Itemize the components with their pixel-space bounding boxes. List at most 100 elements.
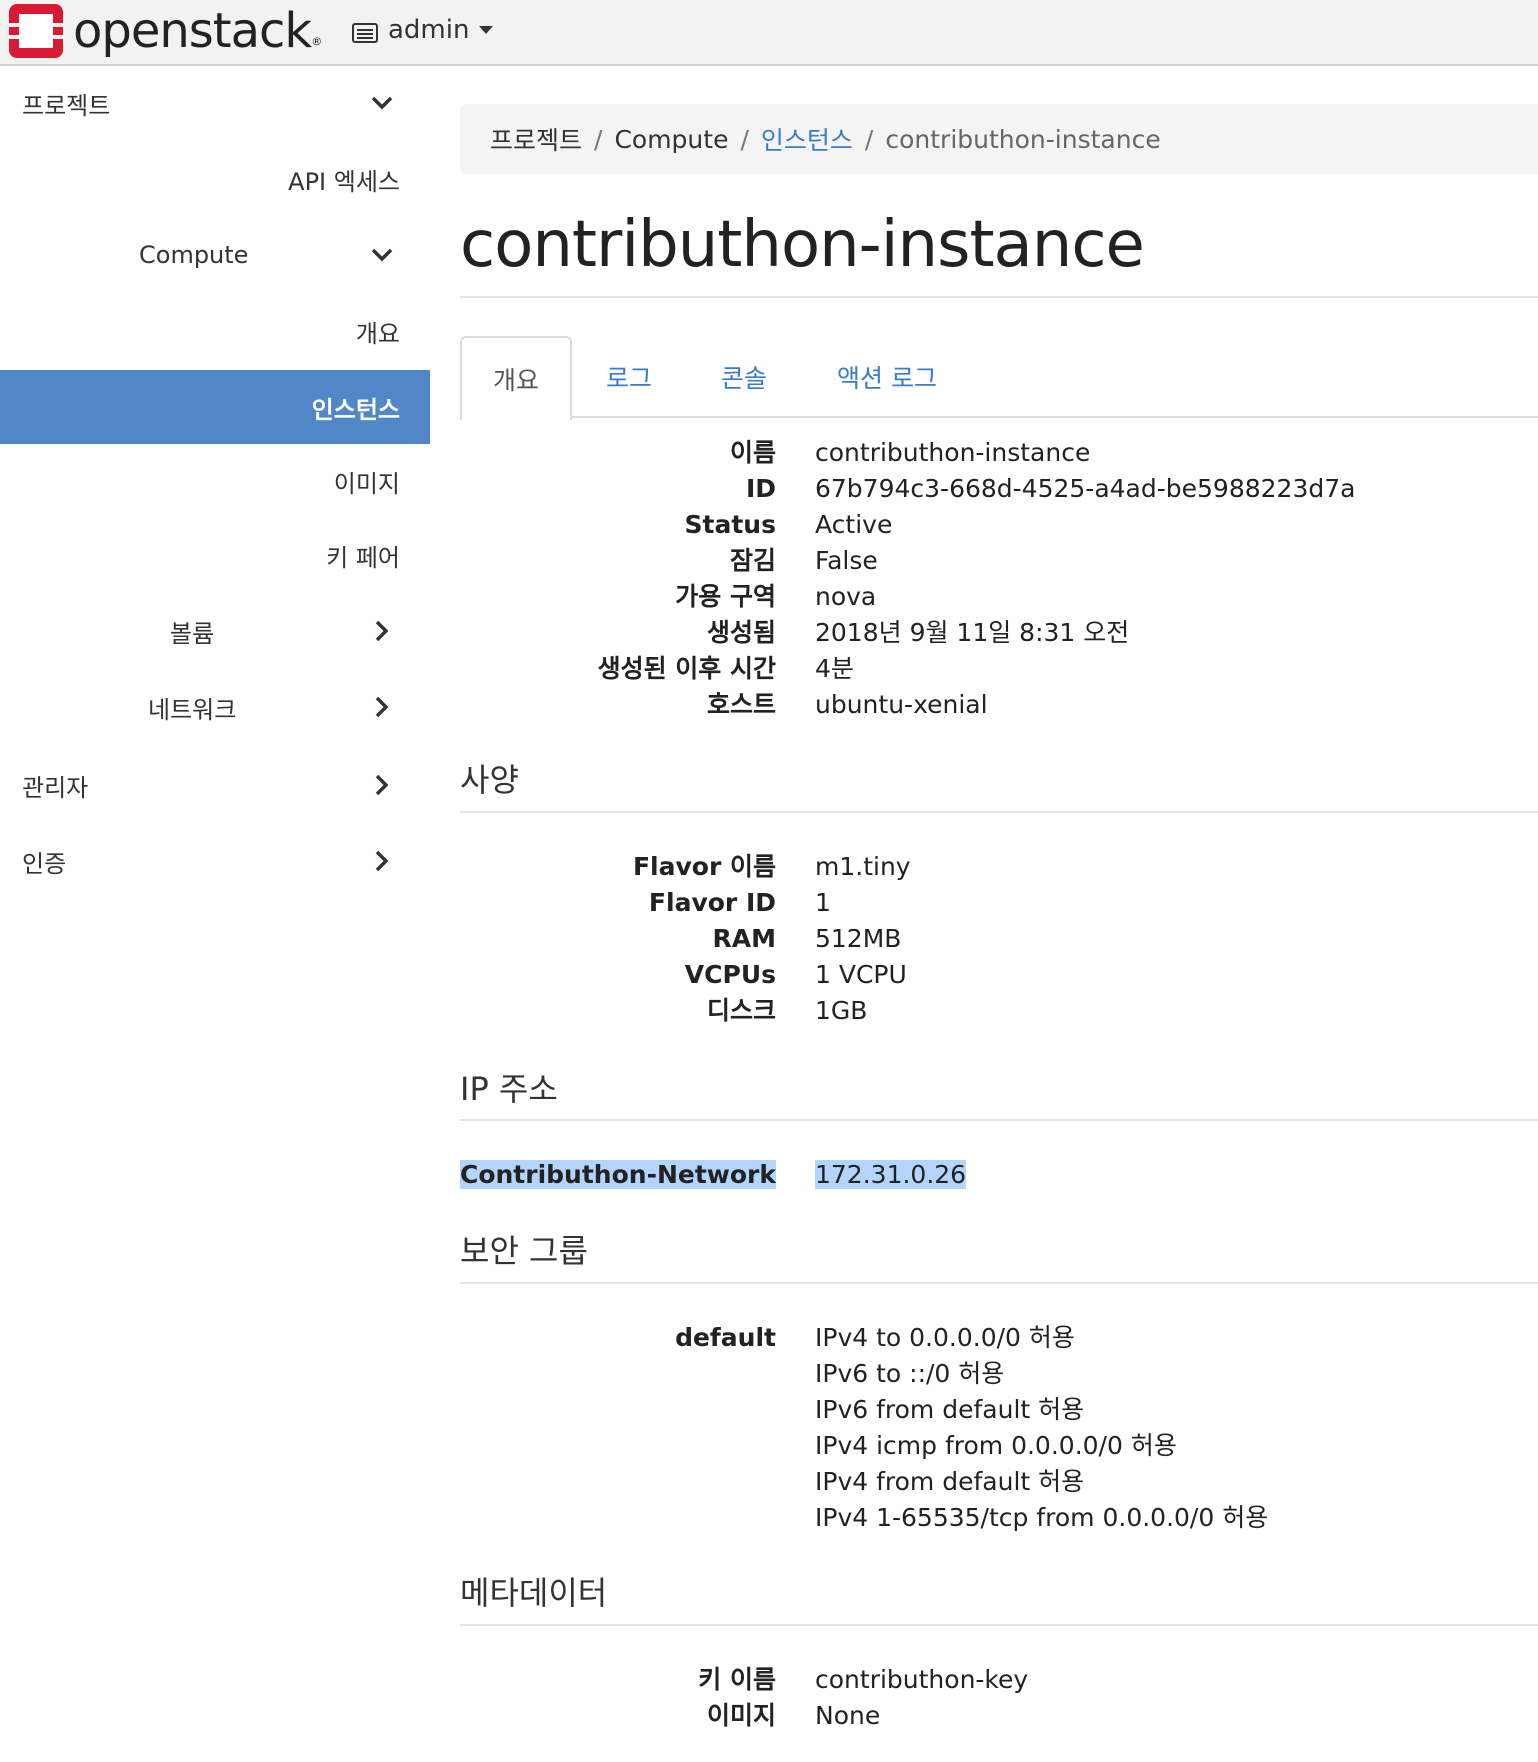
detail-row: 호스트 ubuntu-xenial	[0, 687, 1538, 723]
detail-value: nova	[815, 582, 877, 611]
detail-row: 잠김 False	[0, 543, 1538, 579]
detail-value: 512MB	[815, 924, 902, 953]
ip-address-text: 172.31.0.26	[815, 1160, 967, 1189]
breadcrumb-compute[interactable]: Compute	[614, 125, 728, 154]
detail-label: 이미지	[706, 1701, 776, 1730]
ip-row: Contributhon-Network 172.31.0.26	[0, 1157, 1538, 1193]
detail-label: VCPUs	[684, 960, 776, 989]
detail-value: 1	[815, 888, 831, 917]
section-title-security-groups: 보안 그룹	[460, 1232, 588, 1270]
project-switcher[interactable]: admin	[352, 10, 494, 50]
security-rule-text: IPv6 from default 허용	[815, 1395, 1085, 1424]
detail-row: 생성됨 2018년 9월 11일 8:31 오전	[0, 615, 1538, 651]
security-group-name[interactable]: default	[416, 1320, 776, 1356]
security-rule-text: IPv4 1-65535/tcp from 0.0.0.0/0 허용	[815, 1503, 1269, 1532]
detail-label: 가용 구역	[675, 582, 776, 611]
tab-bar: 개요 로그 콘솔 액션 로그	[460, 336, 1538, 420]
detail-label: Flavor 이름	[632, 852, 776, 881]
breadcrumb-current: contributhon-instance	[885, 124, 1161, 154]
sidebar-item-label: 인스턴스	[311, 395, 400, 424]
section-title-metadata: 메타데이터	[460, 1574, 608, 1612]
detail-row: Flavor 이름 m1.tiny	[0, 849, 1538, 885]
divider	[460, 296, 1538, 298]
openstack-logo-icon	[9, 4, 63, 58]
detail-value: 1 VCPU	[815, 960, 907, 989]
sidebar-item-label: 관리자	[22, 773, 89, 802]
chevron-right-icon	[370, 773, 394, 797]
caret-down-icon	[479, 26, 494, 34]
sidebar-item-api-access[interactable]: API 엑세스	[0, 142, 430, 216]
sidebar-item-overview[interactable]: 개요	[0, 294, 430, 368]
breadcrumb-separator: /	[740, 124, 749, 154]
openstack-logo[interactable]: openstack ®	[9, 4, 322, 58]
sidebar-item-label: API 엑세스	[288, 167, 400, 196]
breadcrumb: 프로젝트 / Compute / 인스턴스 / contributhon-ins…	[460, 104, 1538, 174]
detail-row: 이미지 None	[0, 1698, 1538, 1734]
detail-value: False	[815, 546, 878, 575]
breadcrumb-project[interactable]: 프로젝트	[490, 121, 582, 157]
tab-action-log[interactable]: 액션 로그	[802, 336, 972, 418]
network-name: Contributhon-Network	[416, 1157, 776, 1193]
detail-value: None	[815, 1701, 881, 1730]
ip-address: 172.31.0.26	[815, 1157, 967, 1193]
detail-label: Flavor ID	[648, 888, 776, 917]
detail-row: RAM 512MB	[0, 921, 1538, 957]
detail-value: 2018년 9월 11일 8:31 오전	[815, 618, 1130, 647]
detail-value: 67b794c3-668d-4525-a4ad-be5988223d7a	[815, 474, 1356, 503]
tab-log[interactable]: 로그	[572, 336, 686, 418]
sidebar-item-label: 프로젝트	[22, 91, 111, 120]
section-title-specs: 사양	[460, 761, 519, 799]
detail-value: Active	[815, 510, 893, 539]
detail-row: 이름 contributhon-instance	[0, 435, 1538, 471]
tabs-divider	[460, 416, 1538, 418]
server-icon	[352, 20, 378, 43]
detail-label: RAM	[712, 924, 776, 953]
detail-label: 잠김	[729, 546, 776, 575]
detail-row: ID 67b794c3-668d-4525-a4ad-be5988223d7a	[0, 471, 1538, 507]
security-rule-text: IPv6 to ::/0 허용	[815, 1359, 1005, 1388]
top-navbar: openstack ® admin	[0, 0, 1538, 66]
detail-label: 호스트	[706, 690, 776, 719]
chevron-down-icon	[370, 243, 394, 267]
tab-overview[interactable]: 개요	[460, 336, 572, 420]
detail-value: contributhon-key	[815, 1665, 1029, 1694]
detail-row: 키 이름 contributhon-key	[0, 1662, 1538, 1698]
security-group-row: default	[0, 1320, 1538, 1356]
detail-row: Flavor ID 1	[0, 885, 1538, 921]
sidebar-item-admin[interactable]: 관리자	[0, 748, 430, 822]
detail-value: m1.tiny	[815, 852, 911, 881]
sidebar-item-instances[interactable]: 인스턴스	[0, 370, 430, 444]
sidebar-item-label: 개요	[355, 319, 400, 348]
registered-mark: ®	[311, 34, 323, 48]
divider	[460, 811, 1538, 813]
divider	[460, 1624, 1538, 1626]
detail-label: 생성됨	[706, 618, 776, 647]
tab-console[interactable]: 콘솔	[686, 336, 802, 418]
section-title-ip: IP 주소	[460, 1070, 558, 1108]
detail-label: 디스크	[706, 996, 776, 1025]
divider	[460, 1282, 1538, 1284]
sidebar-item-compute[interactable]: Compute	[0, 218, 430, 292]
security-rule-text: IPv4 to 0.0.0.0/0 허용	[815, 1323, 1075, 1352]
detail-label: 이름	[729, 438, 776, 467]
security-rule-text: IPv4 icmp from 0.0.0.0/0 허용	[815, 1431, 1177, 1460]
detail-value: ubuntu-xenial	[815, 690, 988, 719]
brand-name: openstack	[73, 3, 312, 59]
breadcrumb-separator: /	[864, 124, 874, 154]
detail-row: 가용 구역 nova	[0, 579, 1538, 615]
detail-row: VCPUs 1 VCPU	[0, 957, 1538, 993]
divider	[460, 1119, 1538, 1121]
network-name-text: Contributhon-Network	[459, 1160, 776, 1189]
detail-label: ID	[745, 474, 776, 503]
detail-value: contributhon-instance	[815, 438, 1091, 467]
detail-row: 생성된 이후 시간 4분	[0, 651, 1538, 687]
active-tab-gap	[462, 416, 570, 418]
breadcrumb-instances-link[interactable]: 인스턴스	[761, 121, 853, 157]
chevron-down-icon	[370, 91, 394, 115]
detail-row: Status Active	[0, 507, 1538, 543]
detail-value: 1GB	[815, 996, 868, 1025]
sidebar-item-label: Compute	[139, 241, 249, 269]
breadcrumb-separator: /	[594, 124, 603, 154]
sidebar-item-project[interactable]: 프로젝트	[0, 66, 430, 140]
security-rule-text: IPv4 from default 허용	[815, 1467, 1085, 1496]
